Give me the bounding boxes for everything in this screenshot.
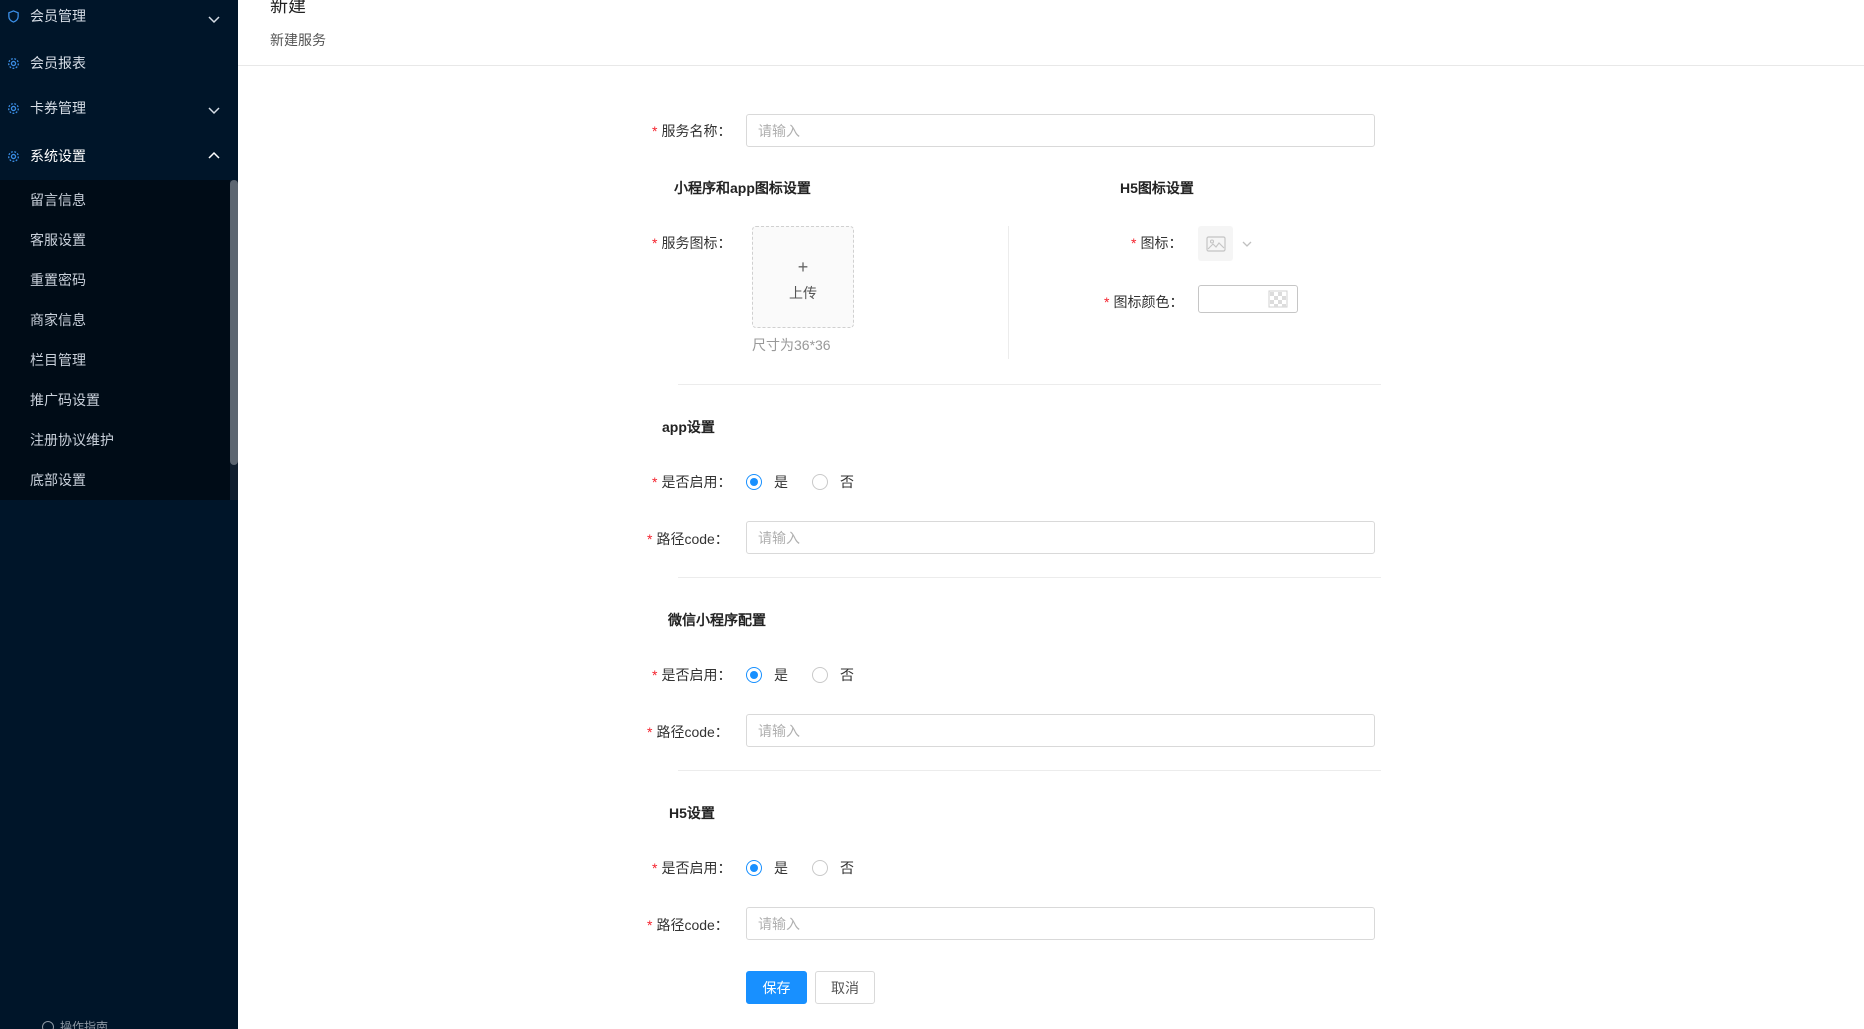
wechat-path-code-input[interactable] (746, 714, 1375, 747)
service-icon-label: * 服务图标： (652, 235, 732, 251)
chevron-up-icon (208, 151, 220, 159)
h5-enable-radio-group: 是 否 (746, 858, 878, 878)
gear-icon (6, 101, 20, 115)
service-name-label: * 服务名称： (652, 123, 732, 139)
sidebar-scrollbar[interactable] (230, 180, 238, 500)
h5-icon-picker[interactable] (1198, 226, 1233, 261)
app-settings-title: app设置 (662, 419, 715, 435)
save-button[interactable]: 保存 (746, 971, 807, 1004)
system-settings-submenu: 留言信息 客服设置 重置密码 商家信息 栏目管理 推广码设置 注册协议维护 底部… (0, 180, 232, 500)
wechat-enable-label: * 是否启用： (652, 667, 732, 683)
icon-section-divider (1008, 226, 1009, 359)
cancel-button[interactable]: 取消 (815, 971, 875, 1004)
app-enable-radio-group: 是 否 (746, 472, 878, 492)
sidebar-scrollbar-thumb[interactable] (230, 180, 238, 465)
wechat-enable-radio-group: 是 否 (746, 665, 878, 685)
app-path-code-input[interactable] (746, 521, 1375, 554)
radio-label: 是 (774, 667, 788, 683)
sidebar-footer-label: 操作指南 (60, 1020, 109, 1029)
upload-label: 上传 (789, 285, 817, 301)
sidebar-item-coupon-management[interactable]: 卡券管理 (0, 88, 238, 128)
sidebar-item-label: 会员报表 (30, 55, 86, 71)
radio-label: 否 (840, 474, 854, 490)
gear-icon (6, 149, 20, 163)
chevron-down-icon[interactable] (1240, 237, 1254, 251)
submenu-item-reset-password[interactable]: 重置密码 (0, 260, 232, 300)
h5-icon-section-title: H5图标设置 (1120, 180, 1194, 196)
h5-enable-label: * 是否启用： (652, 860, 732, 876)
submenu-item-messages[interactable]: 留言信息 (0, 180, 232, 220)
sidebar: 会员管理 会员报表 卡券管理 系统设置 留言信息 客服设置 重置密码 商家信息 … (0, 0, 238, 1029)
sidebar-footer-guide[interactable]: 操作指南 (42, 1018, 108, 1029)
service-icon-upload[interactable]: + 上传 (752, 226, 854, 328)
help-icon (42, 1020, 54, 1029)
radio-label: 是 (774, 860, 788, 876)
section-divider (678, 577, 1381, 578)
image-icon (1205, 235, 1226, 252)
sidebar-item-system-settings[interactable]: 系统设置 (0, 136, 238, 176)
app-enable-label: * 是否启用： (652, 474, 732, 490)
wechat-enable-yes-radio[interactable] (746, 667, 762, 683)
submenu-item-promo-code[interactable]: 推广码设置 (0, 380, 232, 420)
service-name-input[interactable] (746, 114, 1375, 147)
section-divider (678, 384, 1381, 385)
page-title: 新建 (270, 0, 306, 16)
chevron-down-icon (208, 16, 220, 24)
shield-icon (6, 9, 20, 23)
sidebar-item-label: 会员管理 (30, 8, 86, 24)
submenu-item-merchant-info[interactable]: 商家信息 (0, 300, 232, 340)
page-header: 新建 新建服务 (238, 0, 1864, 66)
radio-label: 否 (840, 860, 854, 876)
h5-path-code-input[interactable] (746, 907, 1375, 940)
mini-app-icon-section-title: 小程序和app图标设置 (674, 180, 811, 196)
section-divider (678, 770, 1381, 771)
h5-icon-label: * 图标： (1131, 235, 1183, 251)
sidebar-item-label: 卡券管理 (30, 100, 86, 116)
submenu-item-column-management[interactable]: 栏目管理 (0, 340, 232, 380)
wechat-path-code-label: * 路径code： (647, 724, 729, 740)
app-enable-no-radio[interactable] (812, 474, 828, 490)
sidebar-item-member-report[interactable]: 会员报表 (0, 43, 238, 83)
plus-icon: + (797, 257, 809, 277)
radio-label: 是 (774, 474, 788, 490)
wechat-mini-program-title: 微信小程序配置 (668, 612, 766, 628)
sidebar-item-label: 系统设置 (30, 148, 86, 164)
h5-path-code-label: * 路径code： (647, 917, 729, 933)
submenu-item-customer-service[interactable]: 客服设置 (0, 220, 232, 260)
submenu-item-registration-agreement[interactable]: 注册协议维护 (0, 420, 232, 460)
radio-label: 否 (840, 667, 854, 683)
h5-icon-color-picker[interactable] (1198, 285, 1298, 313)
gear-icon (6, 56, 20, 70)
h5-enable-no-radio[interactable] (812, 860, 828, 876)
submenu-item-footer-settings[interactable]: 底部设置 (0, 460, 232, 500)
page-subtitle: 新建服务 (270, 32, 326, 48)
app-enable-yes-radio[interactable] (746, 474, 762, 490)
chevron-down-icon (208, 107, 220, 115)
h5-enable-yes-radio[interactable] (746, 860, 762, 876)
h5-settings-title: H5设置 (669, 805, 715, 821)
sidebar-item-member-management[interactable]: 会员管理 (0, 0, 238, 36)
wechat-enable-no-radio[interactable] (812, 667, 828, 683)
service-icon-hint: 尺寸为36*36 (752, 337, 831, 353)
app-path-code-label: * 路径code： (647, 531, 729, 547)
color-picker-icon[interactable] (1268, 290, 1288, 308)
h5-icon-color-label: * 图标颜色： (1104, 294, 1184, 310)
